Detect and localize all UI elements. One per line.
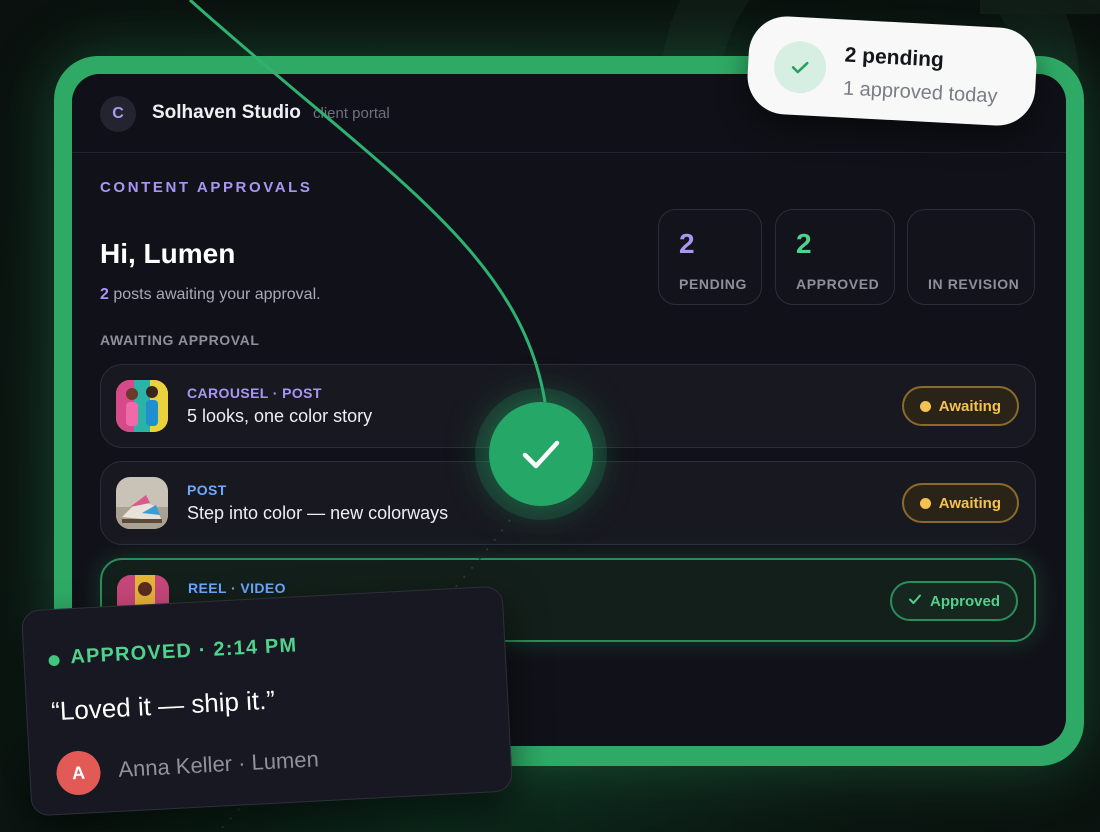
status-dot-icon [48,654,60,667]
brand-avatar[interactable]: C [100,96,136,132]
stat-label: IN REVISION [928,276,1020,292]
pending-count: 2 [100,286,109,303]
stat-in-revision[interactable]: IN REVISION [907,209,1035,305]
stat-value: 2 [679,228,695,259]
approval-comment-card: APPROVED · 2:14 PM “Loved it — ship it.”… [20,585,514,817]
check-icon [772,39,828,95]
status-label: Awaiting [938,397,1001,415]
notification-toast[interactable]: 2 pending 1 approved today [745,14,1039,128]
background-shape [980,0,1100,14]
post-title: Step into color — new colorways [187,503,449,523]
post-type: REEL · VIDEO [188,580,286,596]
stat-value: 2 [796,228,812,259]
post-title: 5 looks, one color story [187,406,373,426]
brand-subtitle: client portal [313,105,390,122]
summary-line: 2 posts awaiting your approval. [100,286,321,304]
status-dot-icon [919,400,931,412]
section-label: CONTENT APPROVALS [100,179,313,196]
status-label: Awaiting [938,494,1001,512]
stat-label: APPROVED [796,276,880,292]
post-type: POST [187,482,227,498]
approval-status: APPROVED · 2:14 PM [69,634,298,669]
author-name: Anna Keller · Lumen [117,746,320,782]
post-type: CAROUSEL · POST [187,385,322,401]
status-badge[interactable]: Awaiting [901,386,1019,426]
summary-text: posts awaiting your approval. [108,286,321,303]
post-thumbnail [116,380,168,432]
stat-approved[interactable]: 2 APPROVED [775,209,895,305]
brand-name: Solhaven Studio [152,102,301,123]
approval-quote: “Loved it — ship it.” [50,684,276,727]
stat-label: PENDING [679,276,747,292]
toast-subtitle: 1 approved today [842,77,998,108]
check-icon [908,592,922,610]
toast-title: 2 pending [844,43,945,72]
approve-check-button[interactable] [489,402,593,506]
status-badge[interactable]: Awaiting [901,483,1019,523]
stat-pending[interactable]: 2 PENDING [658,209,762,305]
author-avatar: A [55,749,102,797]
status-label: Approved [929,592,1000,610]
list-label: AWAITING APPROVAL [100,332,260,348]
greeting-heading: Hi, Lumen [100,238,236,269]
status-dot-icon [919,497,931,509]
check-icon [522,440,560,469]
status-badge[interactable]: Approved [889,581,1018,621]
post-thumbnail [116,477,168,529]
